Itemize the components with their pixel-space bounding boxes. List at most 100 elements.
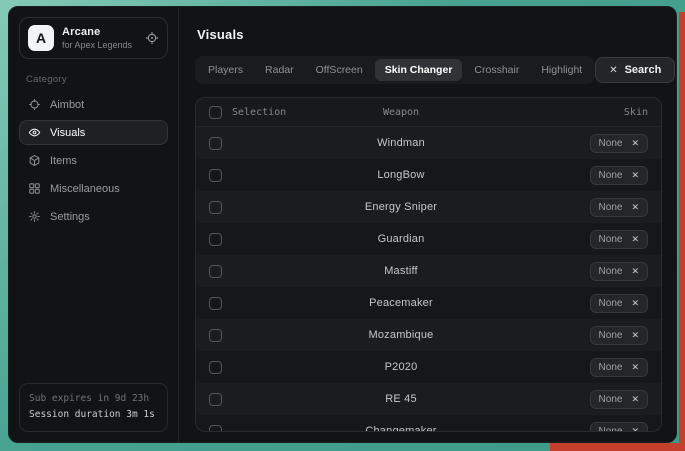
skin-value: None bbox=[599, 234, 623, 245]
sidebar-item-aimbot[interactable]: Aimbot bbox=[19, 92, 168, 117]
weapon-name: Changemaker bbox=[359, 425, 498, 432]
skin-changer-table: Selection Weapon Skin Windman None ✕ Lon… bbox=[195, 97, 662, 432]
session-info-card: Sub expires in 9d 23h Session duration 3… bbox=[19, 383, 168, 432]
skin-value: None bbox=[599, 426, 623, 433]
row-checkbox[interactable] bbox=[209, 297, 222, 310]
skin-value: None bbox=[599, 266, 623, 277]
weapon-name: Mozambique bbox=[359, 329, 498, 341]
tab-crosshair[interactable]: Crosshair bbox=[464, 59, 529, 81]
table-row: P2020 None ✕ bbox=[196, 351, 661, 383]
table-body: Windman None ✕ LongBow None ✕ Energy Sni… bbox=[196, 127, 661, 432]
skin-select-chip[interactable]: None ✕ bbox=[590, 198, 648, 217]
weapon-name: P2020 bbox=[359, 361, 498, 373]
clear-skin-icon[interactable]: ✕ bbox=[631, 298, 639, 309]
skin-select-chip[interactable]: None ✕ bbox=[590, 358, 648, 377]
sidebar-item-label: Visuals bbox=[50, 127, 85, 139]
clear-skin-icon[interactable]: ✕ bbox=[631, 234, 639, 245]
skin-select-chip[interactable]: None ✕ bbox=[590, 390, 648, 409]
row-checkbox[interactable] bbox=[209, 425, 222, 433]
sidebar-nav: Aimbot Visuals Items Miscellaneous Setti… bbox=[19, 92, 168, 232]
skin-value: None bbox=[599, 202, 623, 213]
row-checkbox[interactable] bbox=[209, 137, 222, 150]
tab-strip: Players Radar OffScreen Skin Changer Cro… bbox=[195, 56, 595, 84]
eye-icon bbox=[28, 126, 41, 139]
row-checkbox[interactable] bbox=[209, 233, 222, 246]
clear-skin-icon[interactable]: ✕ bbox=[631, 394, 639, 405]
weapon-name: Mastiff bbox=[359, 265, 498, 277]
skin-select-chip[interactable]: None ✕ bbox=[590, 326, 648, 345]
crosshair-icon bbox=[28, 98, 41, 111]
table-header: Selection Weapon Skin bbox=[196, 98, 661, 127]
clear-skin-icon[interactable]: ✕ bbox=[631, 266, 639, 277]
row-checkbox[interactable] bbox=[209, 361, 222, 374]
app-logo: A bbox=[28, 25, 54, 51]
table-row: Mastiff None ✕ bbox=[196, 255, 661, 287]
skin-select-chip[interactable]: None ✕ bbox=[590, 262, 648, 281]
sidebar-item-label: Miscellaneous bbox=[50, 183, 120, 195]
search-button[interactable]: ✕ Search bbox=[595, 57, 675, 83]
skin-select-chip[interactable]: None ✕ bbox=[590, 422, 648, 433]
select-all-checkbox[interactable] bbox=[209, 106, 222, 119]
page-title: Visuals bbox=[197, 27, 662, 42]
row-checkbox[interactable] bbox=[209, 329, 222, 342]
desktop-red-strip-right bbox=[679, 12, 685, 451]
sidebar: A Arcane for Apex Legends Category Aimbo… bbox=[9, 7, 179, 442]
sidebar-item-miscellaneous[interactable]: Miscellaneous bbox=[19, 176, 168, 201]
desktop-red-strip-bottom bbox=[550, 443, 685, 451]
weapon-name: LongBow bbox=[359, 169, 498, 181]
session-duration-text: Session duration 3m 1s bbox=[29, 407, 158, 424]
clear-skin-icon[interactable]: ✕ bbox=[631, 138, 639, 149]
table-row: Guardian None ✕ bbox=[196, 223, 661, 255]
row-checkbox[interactable] bbox=[209, 169, 222, 182]
main-panel: Visuals Players Radar OffScreen Skin Cha… bbox=[179, 7, 676, 442]
table-row: Windman None ✕ bbox=[196, 127, 661, 159]
tab-skin-changer[interactable]: Skin Changer bbox=[375, 59, 463, 81]
cube-icon bbox=[28, 154, 41, 167]
weapon-name: Windman bbox=[359, 137, 498, 149]
skin-select-chip[interactable]: None ✕ bbox=[590, 294, 648, 313]
app-subtitle: for Apex Legends bbox=[62, 40, 132, 50]
tab-highlight[interactable]: Highlight bbox=[531, 59, 592, 81]
table-row: Mozambique None ✕ bbox=[196, 319, 661, 351]
tab-offscreen[interactable]: OffScreen bbox=[306, 59, 373, 81]
column-header-selection: Selection bbox=[232, 107, 286, 118]
sidebar-item-label: Aimbot bbox=[50, 99, 84, 111]
skin-select-chip[interactable]: None ✕ bbox=[590, 134, 648, 153]
weapon-name: Guardian bbox=[359, 233, 498, 245]
clear-skin-icon[interactable]: ✕ bbox=[631, 330, 639, 341]
clear-skin-icon[interactable]: ✕ bbox=[631, 202, 639, 213]
app-titles: Arcane for Apex Legends bbox=[62, 26, 132, 50]
clear-skin-icon[interactable]: ✕ bbox=[631, 362, 639, 373]
skin-select-chip[interactable]: None ✕ bbox=[590, 166, 648, 185]
sidebar-item-label: Settings bbox=[50, 211, 90, 223]
clear-skin-icon[interactable]: ✕ bbox=[631, 170, 639, 181]
column-header-weapon: Weapon bbox=[359, 107, 498, 118]
sidebar-item-settings[interactable]: Settings bbox=[19, 204, 168, 229]
skin-value: None bbox=[599, 298, 623, 309]
sidebar-item-visuals[interactable]: Visuals bbox=[19, 120, 168, 145]
row-checkbox[interactable] bbox=[209, 393, 222, 406]
category-label: Category bbox=[26, 74, 166, 85]
weapon-name: Peacemaker bbox=[359, 297, 498, 309]
sidebar-item-items[interactable]: Items bbox=[19, 148, 168, 173]
skin-value: None bbox=[599, 362, 623, 373]
weapon-name: RE 45 bbox=[359, 393, 498, 405]
app-title: Arcane bbox=[62, 26, 132, 38]
app-header-card: A Arcane for Apex Legends bbox=[19, 17, 168, 59]
table-row: Changemaker None ✕ bbox=[196, 415, 661, 432]
table-row: Energy Sniper None ✕ bbox=[196, 191, 661, 223]
app-window: A Arcane for Apex Legends Category Aimbo… bbox=[8, 6, 677, 443]
skin-select-chip[interactable]: None ✕ bbox=[590, 230, 648, 249]
tab-players[interactable]: Players bbox=[198, 59, 253, 81]
skin-value: None bbox=[599, 330, 623, 341]
search-button-label: Search bbox=[625, 64, 662, 76]
target-icon[interactable] bbox=[145, 31, 159, 45]
row-checkbox[interactable] bbox=[209, 265, 222, 278]
grid-icon bbox=[28, 182, 41, 195]
row-checkbox[interactable] bbox=[209, 201, 222, 214]
weapon-name: Energy Sniper bbox=[359, 201, 498, 213]
gear-icon bbox=[28, 210, 41, 223]
column-header-skin: Skin bbox=[498, 107, 648, 118]
tab-radar[interactable]: Radar bbox=[255, 59, 304, 81]
clear-skin-icon[interactable]: ✕ bbox=[631, 426, 639, 433]
